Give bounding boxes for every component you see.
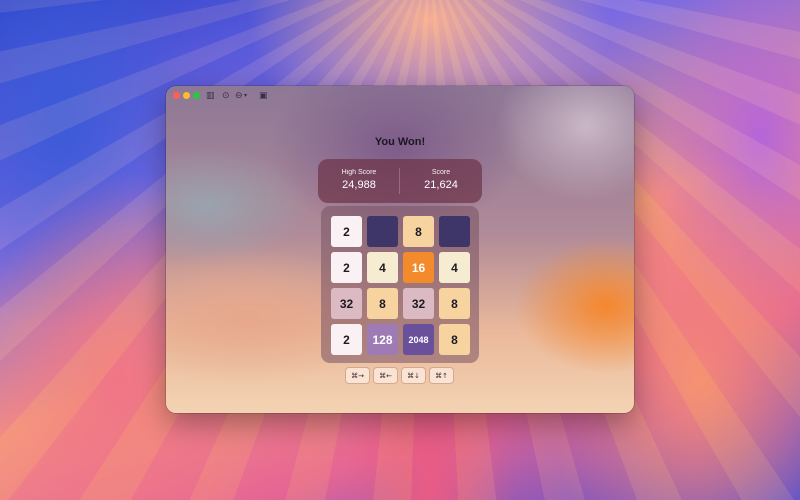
- move-left-button[interactable]: ⌘←: [374, 368, 397, 383]
- tile-32: 32: [331, 288, 362, 319]
- title-bar: ▥ ⊙ ⊖ ▾ ▣: [166, 86, 634, 106]
- tile-8: 8: [439, 288, 470, 319]
- move-up-button[interactable]: ⌘↑: [430, 368, 453, 383]
- game-status-title: You Won!: [374, 136, 426, 148]
- tile-8: 8: [367, 288, 398, 319]
- minimize-button[interactable]: [183, 92, 190, 99]
- chevron-down-icon[interactable]: ▾: [244, 89, 247, 103]
- close-button[interactable]: [173, 92, 180, 99]
- high-score-label: High Score: [341, 169, 377, 176]
- score-block: Score 21,624: [400, 159, 482, 203]
- game-window: ▥ ⊙ ⊖ ▾ ▣ You Won! High Score 24,988 Sco…: [166, 86, 634, 413]
- minus-circle-icon[interactable]: ⊖: [235, 89, 243, 103]
- tile-16: 16: [403, 252, 434, 283]
- high-score-value: 24,988: [342, 179, 376, 191]
- game-board: 2 8 2 4 16 4 32 8 32 8 2 128 2048 8: [321, 206, 479, 363]
- score-label: Score: [431, 169, 451, 176]
- tile-32: 32: [403, 288, 434, 319]
- record-icon[interactable]: ⊙: [222, 89, 230, 103]
- move-down-button[interactable]: ⌘↓: [402, 368, 425, 383]
- score-panel: High Score 24,988 Score 21,624: [318, 159, 482, 203]
- tile-8: 8: [439, 324, 470, 355]
- tile-4: 4: [439, 252, 470, 283]
- empty-tile: [367, 216, 398, 247]
- tile-2: 2: [331, 216, 362, 247]
- tile-2: 2: [331, 324, 362, 355]
- arrow-controls: ⌘→ ⌘← ⌘↓ ⌘↑: [166, 368, 634, 384]
- tile-2048: 2048: [403, 324, 434, 355]
- move-right-button[interactable]: ⌘→: [346, 368, 369, 383]
- save-icon[interactable]: ▣: [259, 89, 268, 103]
- sidebar-icon[interactable]: ▥: [206, 89, 215, 103]
- score-value: 21,624: [424, 179, 458, 191]
- zoom-button[interactable]: [193, 92, 200, 99]
- empty-tile: [439, 216, 470, 247]
- tile-4: 4: [367, 252, 398, 283]
- tile-128: 128: [367, 324, 398, 355]
- high-score-block: High Score 24,988: [318, 159, 400, 203]
- tile-2: 2: [331, 252, 362, 283]
- tile-8: 8: [403, 216, 434, 247]
